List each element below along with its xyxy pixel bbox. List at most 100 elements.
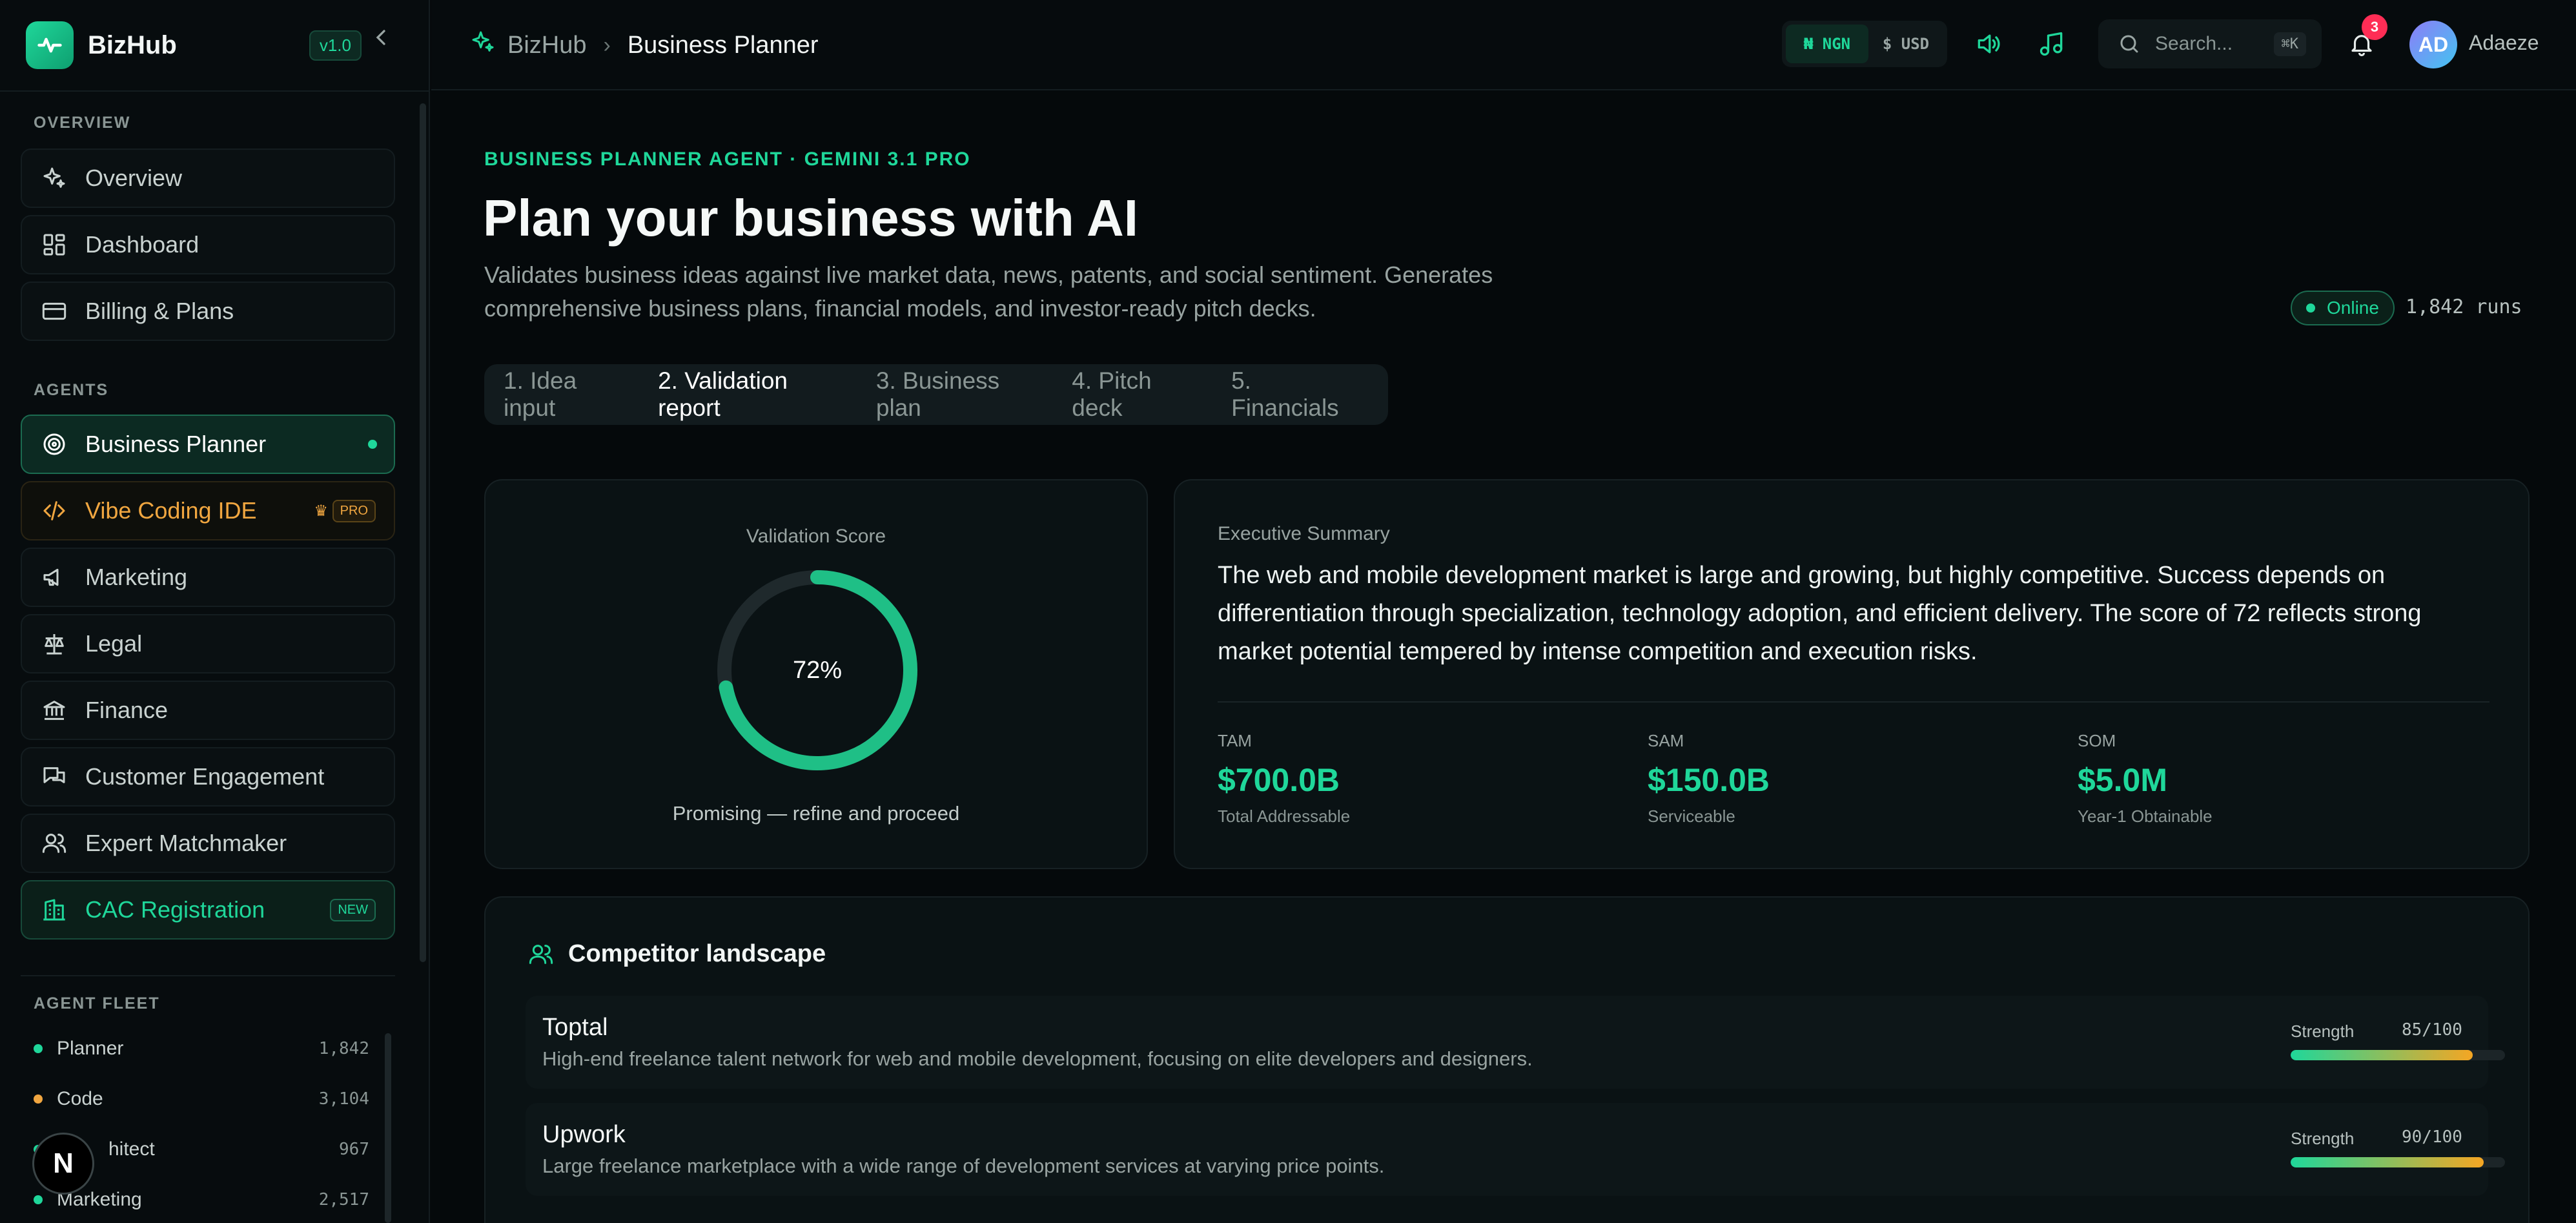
brand-name: BizHub — [88, 30, 177, 59]
metric-label: SAM — [1648, 731, 1684, 750]
sidebar-item-business-planner[interactable]: Business Planner — [21, 415, 395, 474]
page-description: Validates business ideas against live ma… — [484, 262, 1493, 322]
metric-som: SOM $5.0M Year-1 Obtainable — [2078, 731, 2465, 827]
pulse-logo-icon[interactable] — [26, 21, 74, 69]
metric-sub: Serviceable — [1648, 807, 1735, 826]
tab-business-plan[interactable]: 3. Business plan — [876, 367, 1042, 422]
divider — [21, 975, 395, 976]
executive-summary-card: Executive Summary The web and mobile dev… — [1174, 479, 2530, 869]
target-icon — [40, 430, 68, 458]
users-icon — [528, 941, 554, 967]
strength-bar-fill — [2291, 1050, 2473, 1060]
competitor-landscape-card: Competitor landscape Toptal High-end fre… — [484, 896, 2530, 1223]
megaphone-icon — [40, 563, 68, 591]
metric-sam: SAM $150.0B Serviceable — [1648, 731, 2035, 827]
sidebar-item-label: Dashboard — [85, 231, 199, 258]
tab-validation-report[interactable]: 2. Validation report — [658, 367, 846, 422]
sidebar-item-customer-engagement[interactable]: Customer Engagement — [21, 747, 395, 807]
competitor-row[interactable]: Toptal High-end freelance talent network… — [526, 996, 2505, 1089]
competitor-name: Toptal — [542, 1014, 608, 1041]
sidebar-scrollbar[interactable] — [420, 103, 426, 962]
search-shortcut: ⌘K — [2273, 32, 2306, 56]
sidebar-item-dashboard[interactable]: Dashboard — [21, 215, 395, 274]
competitor-title-text: Competitor landscape — [568, 940, 826, 967]
validation-score-card: Validation Score 72% Promising — refine … — [484, 479, 1148, 869]
status-badge: Online — [2291, 291, 2395, 325]
status-text: Online — [2327, 298, 2379, 318]
sidebar-item-vibe-coding-ide[interactable]: Vibe Coding IDE ♛ PRO — [21, 481, 395, 540]
score-verdict: Promising — refine and proceed — [672, 802, 960, 825]
competitor-description: Large freelance marketplace with a wide … — [542, 1155, 1385, 1177]
sidebar-item-label: Finance — [85, 697, 169, 723]
sidebar-item-expert-matchmaker[interactable]: Expert Matchmaker — [21, 814, 395, 873]
tab-pitch-deck[interactable]: 4. Pitch deck — [1072, 367, 1201, 422]
scale-icon — [40, 630, 68, 658]
status-dot — [2306, 303, 2315, 313]
metric-label: SOM — [2078, 731, 2116, 750]
competitor-row[interactable]: Upwork Large freelance marketplace with … — [526, 1103, 2505, 1196]
currency-toggle: ₦ NGN $ USD — [1782, 21, 1947, 67]
volume-icon[interactable] — [1970, 26, 2007, 62]
breadcrumb-root[interactable]: BizHub — [507, 32, 587, 59]
bank-icon — [40, 696, 68, 725]
status-dot — [34, 1095, 43, 1104]
music-icon[interactable] — [2034, 26, 2070, 62]
score-value: 72% — [792, 656, 843, 684]
pro-badge: PRO — [332, 499, 376, 522]
summary-label: Executive Summary — [1218, 523, 1390, 544]
sidebar-item-marketing[interactable]: Marketing — [21, 548, 395, 607]
competitor-name: Upwork — [542, 1121, 626, 1148]
metric-sub: Year-1 Obtainable — [2078, 807, 2213, 826]
strength-label: Strength — [2291, 1129, 2355, 1148]
sidebar-item-cac-registration[interactable]: CAC Registration NEW — [21, 880, 395, 940]
agent-eyebrow: BUSINESS PLANNER AGENT · GEMINI 3.1 PRO — [484, 149, 971, 170]
code-icon — [40, 497, 68, 525]
sidebar-item-billing[interactable]: Billing & Plans — [21, 282, 395, 341]
metric-tam: TAM $700.0B Total Addressable — [1218, 731, 1605, 827]
sidebar-item-label: Legal — [85, 630, 143, 657]
fleet-count: 3,104 — [318, 1089, 369, 1109]
strength-bar — [2291, 1050, 2505, 1060]
user-name[interactable]: Adaeze — [2469, 31, 2539, 55]
search-input[interactable]: Search... ⌘K — [2098, 19, 2322, 68]
tab-idea-input[interactable]: 1. Idea input — [504, 367, 628, 422]
sidebar-item-label: Business Planner — [85, 431, 267, 457]
sidebar: BizHub v1.0 OVERVIEW Overview Dashboard … — [0, 0, 430, 1223]
chat-icon — [40, 763, 68, 791]
new-badge: NEW — [330, 898, 376, 921]
tab-financials[interactable]: 5. Financials — [1231, 367, 1358, 422]
sidebar-item-label: Overview — [85, 165, 183, 191]
notification-badge: 3 — [2362, 14, 2387, 40]
collapse-sidebar-icon[interactable] — [368, 25, 425, 57]
fleet-row-code[interactable]: Code 3,104 — [34, 1080, 369, 1118]
sparkles-icon — [470, 29, 496, 61]
avatar[interactable]: AD — [2409, 21, 2457, 68]
breadcrumb: BizHub › Business Planner — [470, 23, 819, 67]
strength-value: 85/100 — [2402, 1020, 2462, 1040]
sidebar-item-label: Billing & Plans — [85, 298, 234, 324]
topbar: BizHub › Business Planner ₦ NGN $ USD Se… — [431, 0, 2576, 90]
building-icon — [40, 896, 68, 924]
strength-value: 90/100 — [2402, 1127, 2462, 1147]
users-icon — [40, 829, 68, 858]
metric-label: TAM — [1218, 731, 1252, 750]
sidebar-item-label: Customer Engagement — [85, 763, 325, 790]
fleet-row-planner[interactable]: Planner 1,842 — [34, 1029, 369, 1068]
sidebar-item-legal[interactable]: Legal — [21, 614, 395, 673]
dev-tools-button[interactable]: N — [32, 1133, 94, 1195]
metric-sub: Total Addressable — [1218, 807, 1351, 826]
divider — [1218, 701, 2489, 703]
sidebar-item-finance[interactable]: Finance — [21, 681, 395, 740]
section-label-agents: AGENTS — [34, 381, 109, 399]
fleet-name: Planner — [57, 1038, 124, 1059]
page-title: Plan your business with AI — [483, 189, 1138, 247]
currency-ngn-button[interactable]: ₦ NGN — [1786, 25, 1868, 63]
fleet-name: Code — [57, 1088, 103, 1109]
search-icon — [2118, 32, 2141, 56]
divider — [0, 90, 430, 92]
sidebar-item-overview[interactable]: Overview — [21, 149, 395, 208]
metric-value: $700.0B — [1218, 762, 1340, 798]
chevron-right-icon: › — [603, 32, 611, 57]
fleet-scrollbar[interactable] — [385, 1033, 391, 1223]
currency-usd-button[interactable]: $ USD — [1868, 25, 1943, 63]
